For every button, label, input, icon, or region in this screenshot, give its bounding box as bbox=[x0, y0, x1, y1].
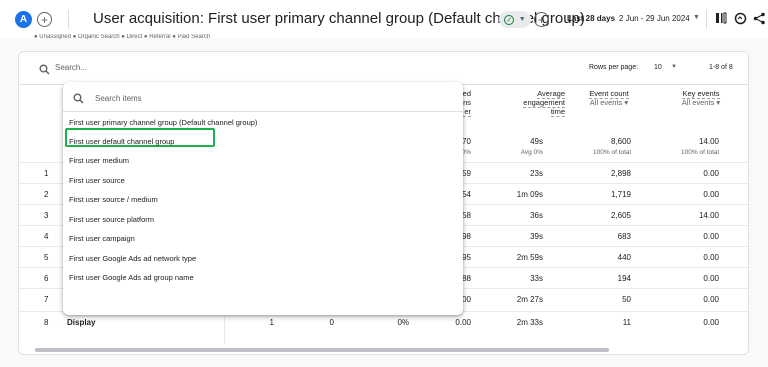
header-divider bbox=[68, 10, 69, 29]
event-count-filter-label[interactable]: All events bbox=[590, 98, 623, 107]
pagination-range: 1-8 of 8 bbox=[709, 64, 733, 71]
rows-per-page-chevron-icon[interactable]: ▼ bbox=[671, 64, 677, 70]
key-events-chevron-icon[interactable]: ▾ bbox=[716, 98, 720, 107]
row-avg-engagement: 2m 33s bbox=[516, 318, 543, 327]
dimension-search-input[interactable]: Search items bbox=[95, 94, 142, 103]
row-key-events: 0.00 bbox=[703, 318, 719, 327]
row-avg-engagement: 2m 27s bbox=[516, 295, 543, 304]
dimension-option[interactable]: First user Google Ads ad network type bbox=[69, 254, 196, 263]
dimension-option[interactable]: First user source platform bbox=[69, 215, 154, 224]
check-circle-icon: ✓ bbox=[504, 14, 515, 25]
totals-avg-engagement: 49s bbox=[530, 137, 543, 146]
dimension-option[interactable]: First user primary channel group (Defaul… bbox=[69, 118, 257, 127]
totals-key-events-sub: 100% of total bbox=[681, 149, 719, 156]
row-channel-name: Display bbox=[67, 318, 96, 327]
totals-event-count: 8,600 bbox=[610, 137, 631, 146]
report-status-chip[interactable]: ✓ ▼ bbox=[499, 11, 531, 28]
row-index: 4 bbox=[44, 232, 49, 241]
share-icon[interactable] bbox=[752, 11, 766, 25]
date-range-value: 2 Jun - 29 Jun 2024 bbox=[619, 14, 690, 23]
header-divider-2 bbox=[706, 10, 707, 29]
table-toolbar: Search... Rows per page: 10 ▼ 1-8 of 8 bbox=[19, 52, 748, 85]
dimension-option[interactable]: First user medium bbox=[69, 156, 129, 165]
rows-per-page-label: Rows per page: bbox=[589, 64, 639, 71]
horizontal-scrollbar[interactable] bbox=[35, 348, 609, 352]
row-index: 8 bbox=[44, 318, 49, 327]
row-avg-engagement: 23s bbox=[530, 169, 543, 178]
rows-per-page-select[interactable]: 10 bbox=[654, 64, 662, 71]
row-avg-engagement: 1m 09s bbox=[516, 190, 543, 199]
dimension-option[interactable]: First user source bbox=[69, 176, 125, 185]
dimension-option[interactable]: First user default channel group bbox=[69, 137, 174, 146]
row-event-count: 2,605 bbox=[610, 211, 631, 220]
row-avg-engagement: 36s bbox=[530, 211, 543, 220]
row-key-events: 0.00 bbox=[703, 253, 719, 262]
dimension-option[interactable]: First user Google Ads ad group name bbox=[69, 273, 194, 282]
row-index: 1 bbox=[44, 169, 49, 178]
row-key-events: 0.00 bbox=[703, 295, 719, 304]
search-icon bbox=[39, 62, 50, 80]
row-key-events: 0.00 bbox=[703, 169, 719, 178]
event-count-chevron-icon[interactable]: ▾ bbox=[624, 98, 628, 107]
row-event-count: 683 bbox=[617, 232, 631, 241]
row-event-count: 194 bbox=[617, 274, 631, 283]
add-chart-icon[interactable]: + bbox=[534, 12, 549, 27]
row-key-events: 0.00 bbox=[703, 232, 719, 241]
row-index: 3 bbox=[44, 211, 49, 220]
compare-columns-icon[interactable] bbox=[714, 11, 728, 25]
avg-engagement-header-line3: time bbox=[550, 107, 565, 117]
dimension-option[interactable]: First user source / medium bbox=[69, 195, 158, 204]
row-partial: 0.00 bbox=[455, 318, 471, 327]
row-key-events: 0.00 bbox=[703, 274, 719, 283]
row-avg-engagement: 39s bbox=[530, 232, 543, 241]
dimension-option[interactable]: First user campaign bbox=[69, 234, 135, 243]
totals-event-count-sub: 100% of total bbox=[593, 149, 631, 156]
row-index: 6 bbox=[44, 274, 49, 283]
report-header: A + User acquisition: First user primary… bbox=[0, 0, 768, 38]
row-key-events: 14.00 bbox=[698, 211, 719, 220]
date-range-prefix: Last 28 days bbox=[567, 14, 616, 23]
row-event-count: 440 bbox=[617, 253, 631, 262]
insights-icon[interactable] bbox=[733, 11, 747, 25]
row-event-count: 1,719 bbox=[610, 190, 631, 199]
chevron-down-icon: ▼ bbox=[518, 16, 526, 23]
chart-legend-partial: ● Unassigned ● Organic Search ● Direct ●… bbox=[34, 34, 211, 39]
row-avg-engagement: 33s bbox=[530, 274, 543, 283]
row-col1: 1 bbox=[269, 318, 274, 327]
row-event-count: 50 bbox=[622, 295, 631, 304]
key-events-column-header[interactable]: Key events All events ▾ bbox=[659, 89, 743, 107]
row-index: 2 bbox=[44, 190, 49, 199]
row-key-events: 0.00 bbox=[703, 190, 719, 199]
totals-key-events: 14.00 bbox=[698, 137, 719, 146]
avg-engagement-column-header[interactable]: Average engagement time bbox=[497, 89, 565, 117]
date-chevron-down-icon[interactable]: ▼ bbox=[693, 14, 700, 21]
row-col3: 0% bbox=[397, 318, 409, 327]
totals-avg-engagement-sub: Avg 0% bbox=[520, 149, 543, 156]
row-index: 5 bbox=[44, 253, 49, 262]
dimension-search-bar: Search items bbox=[63, 82, 463, 112]
date-range-picker[interactable]: Last 28 days 2 Jun - 29 Jun 2024 bbox=[567, 14, 690, 23]
table-search-input[interactable]: Search... bbox=[55, 63, 87, 72]
add-comparison-icon[interactable]: + bbox=[37, 12, 52, 27]
row-event-count: 2,898 bbox=[610, 169, 631, 178]
event-count-column-header[interactable]: Event count All events ▾ bbox=[569, 89, 649, 107]
row-col2: 0 bbox=[329, 318, 334, 327]
dimension-picker-dropdown: Search items First user primary channel … bbox=[63, 82, 463, 315]
key-events-filter-label[interactable]: All events bbox=[682, 98, 715, 107]
search-icon bbox=[73, 91, 84, 109]
property-avatar[interactable]: A bbox=[15, 11, 32, 28]
row-event-count: 11 bbox=[622, 318, 631, 327]
row-index: 7 bbox=[44, 295, 49, 304]
row-avg-engagement: 2m 59s bbox=[516, 253, 543, 262]
